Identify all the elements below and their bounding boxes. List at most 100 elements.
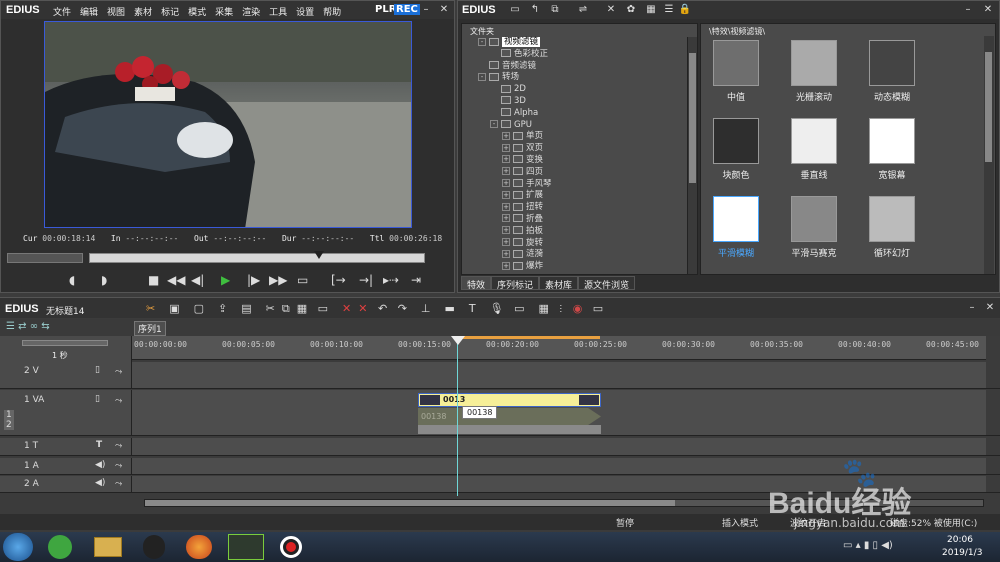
effect-thumbnail[interactable] bbox=[869, 118, 915, 164]
effect-thumbnail-label[interactable]: 平滑马赛克 bbox=[779, 246, 849, 259]
mic-icon[interactable]: 🎙 bbox=[490, 302, 504, 315]
tree-node[interactable]: + 扩展 bbox=[466, 190, 686, 202]
expand-toggle-icon[interactable]: - bbox=[490, 120, 498, 129]
effects-tab[interactable]: 素材库 bbox=[539, 276, 579, 291]
expand-toggle-icon[interactable]: + bbox=[502, 179, 510, 188]
menu-item[interactable]: 帮助 bbox=[323, 5, 341, 18]
trim-icon[interactable]: ▸⇢ bbox=[383, 273, 399, 287]
tree-node[interactable]: 色彩校正 bbox=[466, 49, 686, 61]
effects-close-icon[interactable]: ✕ bbox=[981, 4, 995, 16]
expand-toggle-icon[interactable]: + bbox=[502, 226, 510, 235]
marker-icon[interactable]: ⊥ bbox=[421, 302, 431, 315]
effect-thumbnail[interactable] bbox=[791, 196, 837, 242]
expand-toggle-icon[interactable]: + bbox=[502, 238, 510, 247]
time-ruler[interactable]: 00:00:00:00 00:00:05:00 00:00:10:00 00:00:1… bbox=[132, 336, 986, 360]
tree-node[interactable]: - GPU bbox=[466, 120, 686, 132]
color-icon[interactable]: ◉ bbox=[573, 302, 583, 315]
effects-tab[interactable]: 序列标记 bbox=[491, 276, 540, 291]
video-clip[interactable]: 0013 bbox=[418, 393, 601, 407]
grid-icon[interactable]: ▦ bbox=[539, 302, 549, 315]
menu-item[interactable]: 采集 bbox=[215, 5, 233, 18]
copy-icon[interactable]: ⧉ bbox=[548, 4, 562, 16]
export-icon[interactable]: ▭ bbox=[514, 302, 524, 315]
tree-node[interactable]: + 单页 bbox=[466, 131, 686, 143]
position-slider[interactable] bbox=[89, 253, 425, 263]
minimize-icon[interactable]: – bbox=[419, 4, 433, 16]
tray-icons[interactable]: ▭ ▴ ▮ ▯ ◀) bbox=[843, 540, 893, 551]
effect-thumbnail[interactable] bbox=[791, 118, 837, 164]
effects-tab[interactable]: 源文件浏览 bbox=[578, 276, 636, 291]
insert-icon[interactable]: [→ bbox=[331, 273, 346, 287]
menu-item[interactable]: 标记 bbox=[161, 5, 179, 18]
effect-thumbnail[interactable] bbox=[713, 40, 759, 86]
save-icon[interactable]: ▤ bbox=[241, 302, 251, 315]
new-sequence-icon[interactable]: ▢ bbox=[194, 302, 204, 315]
tree-node[interactable]: + 四页 bbox=[466, 167, 686, 179]
expand-toggle-icon[interactable]: + bbox=[502, 249, 510, 258]
audio-clip[interactable]: 00138 bbox=[418, 408, 601, 425]
delete-clip-icon[interactable]: ✕ bbox=[342, 302, 351, 315]
copy-clip-icon[interactable]: ⧉ bbox=[282, 302, 290, 315]
cut-tool-icon[interactable]: ✂ bbox=[146, 302, 155, 315]
replace-icon[interactable]: ▭ bbox=[318, 302, 328, 315]
timeline-minimize-icon[interactable]: – bbox=[965, 302, 979, 314]
mark-out-icon[interactable]: ◗ bbox=[101, 273, 107, 287]
timeline-close-icon[interactable]: ✕ bbox=[983, 302, 997, 314]
tree-node[interactable]: + 扭转 bbox=[466, 202, 686, 214]
lock-icon[interactable]: 🔒 bbox=[678, 4, 692, 16]
tree-node[interactable]: - 视频滤镜 bbox=[466, 37, 686, 49]
effect-thumbnail-label[interactable]: 动态模糊 bbox=[857, 90, 927, 103]
menu-item[interactable]: 模式 bbox=[188, 5, 206, 18]
menu-item[interactable]: 渲染 bbox=[242, 5, 260, 18]
effects-tab[interactable]: 特效 bbox=[461, 276, 492, 291]
menu-item[interactable]: 工具 bbox=[269, 5, 287, 18]
tree-node[interactable]: 音频滤镜 bbox=[466, 61, 686, 73]
app-icon-record[interactable] bbox=[280, 536, 302, 558]
expand-toggle-icon[interactable]: - bbox=[478, 37, 486, 46]
tree-node[interactable]: + 手风琴 bbox=[466, 179, 686, 191]
app-icon-refresh[interactable] bbox=[48, 535, 72, 559]
effect-settings-icon[interactable]: ✿ bbox=[624, 4, 638, 16]
tree-node[interactable]: + 涟漪 bbox=[466, 249, 686, 261]
effect-thumbnail[interactable] bbox=[713, 196, 759, 242]
effect-thumbnail[interactable] bbox=[869, 40, 915, 86]
effect-thumbnail-label[interactable]: 垂直线 bbox=[779, 168, 849, 181]
menu-item[interactable]: 设置 bbox=[296, 5, 314, 18]
overwrite-icon[interactable]: →| bbox=[359, 273, 373, 287]
tree-node[interactable]: + 变换 bbox=[466, 155, 686, 167]
rewind-icon[interactable]: ◀◀ bbox=[167, 273, 185, 287]
tree-scrollbar[interactable] bbox=[687, 37, 697, 274]
tree-node[interactable]: + 爆炸 bbox=[466, 261, 686, 273]
step-back-icon[interactable]: ◀| bbox=[191, 273, 204, 287]
timeline-playhead-handle[interactable] bbox=[451, 336, 465, 345]
step-forward-icon[interactable]: |▶ bbox=[247, 273, 260, 287]
up-folder-icon[interactable]: ↰ bbox=[528, 4, 542, 16]
menu-item[interactable]: 素材 bbox=[134, 5, 152, 18]
tree-node[interactable]: 3D bbox=[466, 96, 686, 108]
app-icon-edius[interactable] bbox=[228, 534, 264, 560]
expand-toggle-icon[interactable]: - bbox=[478, 72, 486, 81]
expand-toggle-icon[interactable]: + bbox=[502, 214, 510, 223]
paste-icon[interactable]: ▦ bbox=[297, 302, 307, 315]
effect-thumbnail-label[interactable]: 循环幻灯 bbox=[857, 246, 927, 259]
tree-node[interactable]: + 折叠 bbox=[466, 214, 686, 226]
loop-icon[interactable]: ▭ bbox=[297, 273, 308, 287]
mixer-icon[interactable]: ⫶ bbox=[559, 302, 562, 315]
app-icon-firefox[interactable] bbox=[186, 535, 212, 559]
capture-icon[interactable]: ▣ bbox=[169, 302, 179, 315]
effect-thumbnail-label[interactable]: 平滑模糊 bbox=[701, 246, 771, 259]
expand-toggle-icon[interactable]: + bbox=[502, 202, 510, 211]
undo-icon[interactable]: ↶ bbox=[378, 302, 387, 315]
mark-in-icon[interactable]: ◖ bbox=[69, 273, 75, 287]
open-icon[interactable]: ⇪ bbox=[218, 302, 227, 315]
effects-minimize-icon[interactable]: – bbox=[961, 4, 975, 16]
effect-thumbnail[interactable] bbox=[791, 40, 837, 86]
output-icon[interactable]: ⇥ bbox=[411, 273, 421, 287]
effect-thumbnail-label[interactable]: 中值 bbox=[701, 90, 771, 103]
rec-label[interactable]: REC bbox=[394, 4, 420, 15]
effect-thumbnail[interactable] bbox=[869, 196, 915, 242]
menu-item[interactable]: 文件 bbox=[53, 5, 71, 18]
shuttle-slider[interactable] bbox=[7, 253, 83, 263]
track-tools[interactable]: ☰ ⇄ ∞ ⇆ bbox=[6, 321, 50, 332]
tree-node[interactable]: 2D bbox=[466, 84, 686, 96]
